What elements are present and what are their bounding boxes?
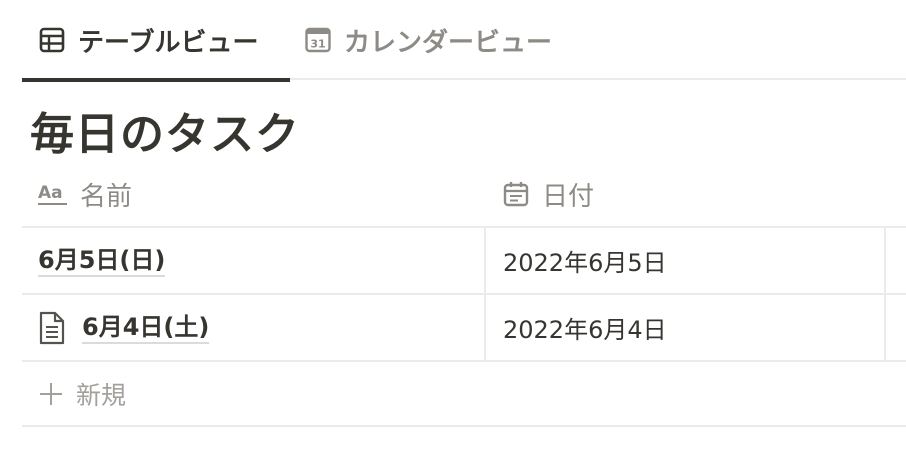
table-row[interactable]: 6月5日(日) 2022年6月5日 bbox=[22, 228, 906, 295]
table-icon bbox=[39, 27, 65, 53]
row-name-link[interactable]: 6月4日(土) bbox=[82, 312, 210, 344]
tab-calendar-view[interactable]: 31 カレンダービュー bbox=[304, 0, 584, 80]
date-property-icon bbox=[503, 182, 529, 207]
tab-table-view[interactable]: テーブルビュー bbox=[22, 0, 290, 82]
tab-table-view-label: テーブルビュー bbox=[78, 27, 259, 58]
column-header-date[interactable]: 日付 bbox=[502, 162, 594, 226]
page-title: 毎日のタスク bbox=[30, 109, 300, 160]
database-table: Aa 名前 日付 6月5日(日) 2022年6月5日 6月4日(土) 2022年… bbox=[22, 162, 906, 427]
table-row[interactable]: 6月4日(土) 2022年6月4日 bbox=[22, 295, 906, 362]
text-property-icon: Aa bbox=[38, 183, 67, 205]
tab-calendar-view-label: カレンダービュー bbox=[344, 27, 553, 58]
column-header-date-label: 日付 bbox=[542, 181, 595, 212]
row-name-cell[interactable]: 6月5日(日) bbox=[38, 228, 166, 293]
column-header-name-label: 名前 bbox=[80, 181, 133, 212]
column-divider bbox=[484, 295, 486, 360]
page-document-icon bbox=[39, 311, 65, 344]
svg-text:Aa: Aa bbox=[38, 183, 63, 203]
column-header-name[interactable]: Aa 名前 bbox=[38, 162, 132, 226]
calendar-icon: 31 bbox=[305, 27, 331, 53]
row-name-link[interactable]: 6月5日(日) bbox=[38, 245, 166, 277]
row-date-cell[interactable]: 2022年6月5日 bbox=[503, 228, 667, 293]
table-header-row: Aa 名前 日付 bbox=[22, 162, 906, 228]
plus-icon bbox=[40, 382, 62, 405]
column-divider bbox=[484, 228, 486, 293]
new-row-label: 新規 bbox=[76, 380, 127, 410]
row-date-cell[interactable]: 2022年6月4日 bbox=[503, 295, 667, 360]
column-divider bbox=[884, 295, 886, 360]
calendar-day-number: 31 bbox=[310, 38, 325, 51]
row-name-cell[interactable]: 6月4日(土) bbox=[38, 295, 210, 360]
column-divider bbox=[884, 228, 886, 293]
view-tabs: テーブルビュー 31 カレンダービュー bbox=[22, 0, 906, 82]
new-row-button[interactable]: 新規 bbox=[22, 362, 906, 427]
database-view: テーブルビュー 31 カレンダービュー 毎日のタスク Aa 名前 日付 6月5日… bbox=[22, 0, 906, 460]
